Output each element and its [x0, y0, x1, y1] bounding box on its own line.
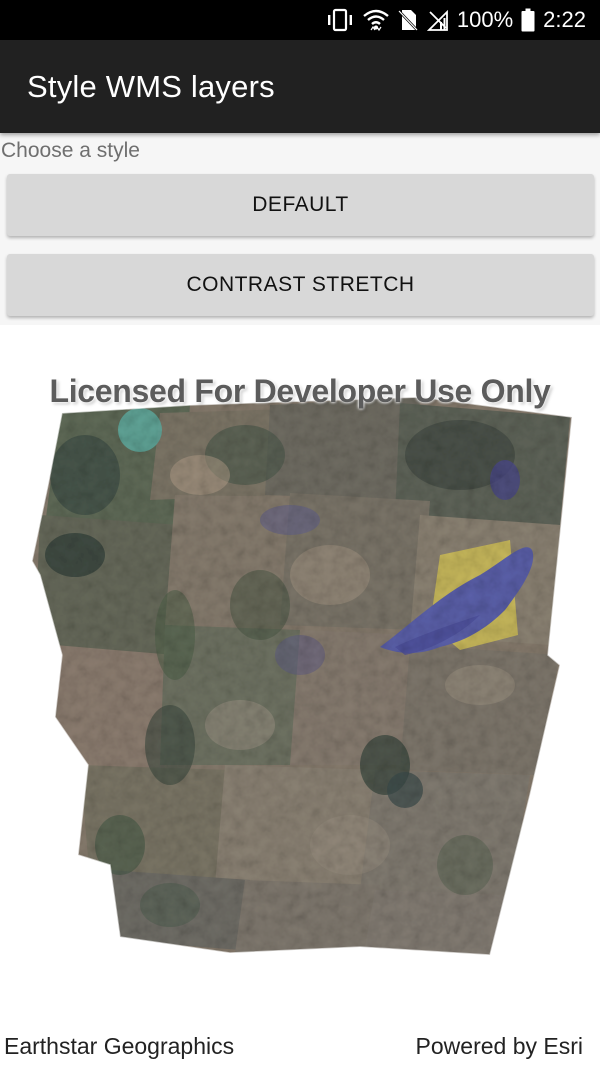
status-time: 2:22 [543, 7, 586, 32]
battery-icon [521, 8, 535, 32]
status-bar: 100% 2:22 [0, 0, 600, 40]
map-view[interactable]: Licensed For Developer Use Only Earthsta… [0, 325, 600, 1066]
contrast-stretch-button[interactable]: CONTRAST STRETCH [7, 254, 594, 316]
wifi-icon [363, 8, 389, 32]
attribution-source[interactable]: Earthstar Geographics [4, 1033, 234, 1060]
signal-icon [426, 8, 449, 32]
app-bar: Style WMS layers [0, 40, 600, 133]
satellite-imagery [31, 396, 573, 956]
choose-style-label: Choose a style [1, 139, 140, 162]
no-sim-icon [397, 8, 419, 32]
battery-percent: 100% [456, 7, 514, 32]
powered-by-esri: Powered by Esri [415, 1033, 583, 1059]
default-style-button[interactable]: DEFAULT [7, 174, 594, 236]
attribution-bar: Earthstar Geographics Powered by Esri [0, 1027, 600, 1066]
developer-license-watermark: Licensed For Developer Use Only [49, 373, 551, 409]
style-panel: Choose a style DEFAULT CONTRAST STRETCH [0, 133, 600, 325]
vibrate-icon [325, 8, 355, 32]
app-title: Style WMS layers [27, 68, 275, 104]
